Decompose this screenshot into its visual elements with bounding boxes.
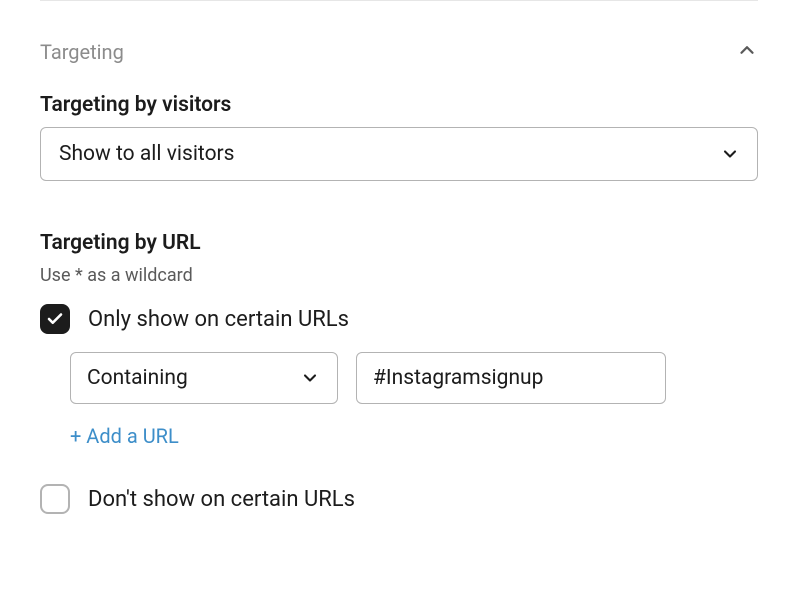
url-label: Targeting by URL bbox=[40, 231, 758, 255]
chevron-up-icon bbox=[736, 39, 758, 65]
targeting-by-visitors-group: Targeting by visitors Show to all visito… bbox=[40, 93, 758, 181]
dont-show-label[interactable]: Don't show on certain URLs bbox=[88, 487, 355, 512]
only-show-checkbox[interactable] bbox=[40, 304, 70, 334]
url-rule-row: Containing bbox=[70, 352, 758, 404]
url-value-input[interactable] bbox=[356, 352, 666, 404]
dont-show-row: Don't show on certain URLs bbox=[40, 484, 758, 514]
dont-show-checkbox[interactable] bbox=[40, 484, 70, 514]
url-hint: Use * as a wildcard bbox=[40, 265, 758, 286]
only-show-row: Only show on certain URLs bbox=[40, 304, 758, 334]
match-select-wrapper: Containing bbox=[70, 352, 338, 404]
only-show-label[interactable]: Only show on certain URLs bbox=[88, 307, 349, 332]
visitors-label: Targeting by visitors bbox=[40, 93, 758, 117]
add-url-link[interactable]: + Add a URL bbox=[70, 424, 179, 448]
targeting-by-url-group: Targeting by URL Use * as a wildcard Onl… bbox=[40, 231, 758, 514]
visitors-select[interactable]: Show to all visitors bbox=[40, 127, 758, 181]
visitors-select-wrapper: Show to all visitors bbox=[40, 127, 758, 181]
section-header[interactable]: Targeting bbox=[40, 0, 758, 93]
section-title: Targeting bbox=[40, 40, 124, 64]
match-select[interactable]: Containing bbox=[70, 352, 338, 404]
